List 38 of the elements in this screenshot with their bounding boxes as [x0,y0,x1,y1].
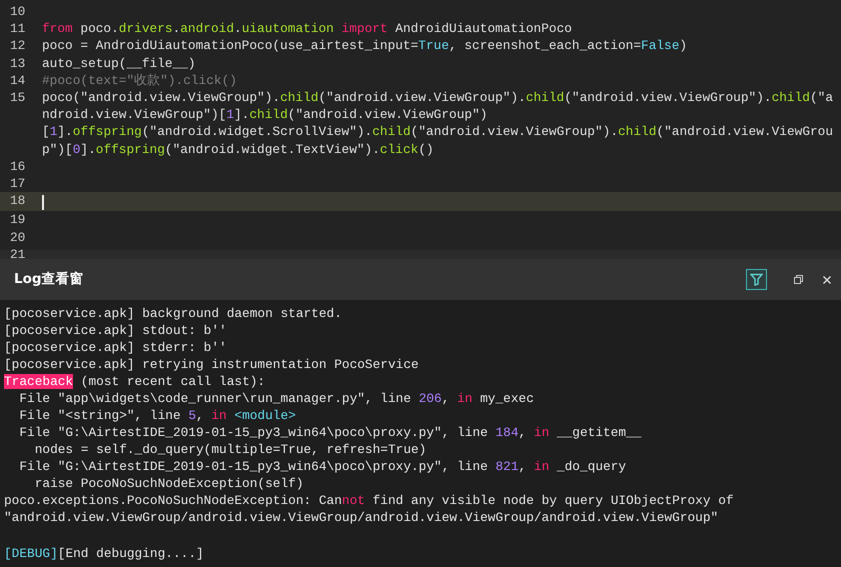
line-number: 10 [9,3,26,20]
log-line: Traceback (most recent call last): [4,373,266,390]
panel-title: Log查看窗 [14,270,84,290]
code-line: auto_setup(__file__) [42,54,197,72]
log-line: [pocoservice.apk] retrying instrumentation PocoService [4,356,420,373]
log-line: nodes = self._do_query(multiple=True, refresh=True) [34,441,428,458]
code-line: p")[0].offspring("android.widget.TextView").click() [42,140,435,158]
code-line: [1].offspring("android.widget.ScrollView").child("android.view.ViewGroup").child("android.view.ViewGrou [42,123,834,141]
filter-button[interactable] [746,269,767,290]
line-number: 13 [9,54,26,72]
log-line: [pocoservice.apk] stderr: b'' [4,339,228,356]
log-line: [pocoservice.apk] stdout: b'' [4,322,228,339]
line-number: 11 [9,20,26,38]
log-line: File "app\widgets\code_runner\run_manager.py", line 206, in my_exec [18,390,535,407]
line-number: 12 [9,37,26,55]
line-number: 16 [9,158,26,176]
log-line: File "G:\AirtestIDE_2019-01-15_py3_win64\poco\proxy.py", line 184, in __getitem__ [18,424,642,441]
line-number: 19 [9,211,26,229]
log-line: [DEBUG][End debugging....] [4,545,205,562]
line-number: 15 [9,89,26,108]
line-number: 20 [9,228,26,246]
line-number: 21 [9,246,26,264]
code-line: poco("android.view.ViewGroup").child("android.view.ViewGroup").child("android.view.ViewGroup").child("a [42,89,834,106]
text-cursor [42,194,44,210]
code-line: ndroid.view.ViewGroup")[1].child("android.view.ViewGroup") [42,106,488,124]
restore-button[interactable] [791,272,805,286]
log-line: poco.exceptions.PocoNoSuchNodeException: Cannot find any visible node by query UIObjectProxy of [4,492,735,509]
log-line: [pocoservice.apk] background daemon started. [4,305,343,322]
code-line: poco = AndroidUiautomationPoco(use_airtest_input=True, screenshot_each_action=False) [42,37,688,55]
log-line: raise PocoNoSuchNodeException(self) [34,475,304,492]
code-line: from poco.drivers.android.uiautomation import AndroidUiautomationPoco [42,20,573,38]
code-line: #poco(text="收款").click() [42,72,238,90]
line-number: 18 [9,192,26,210]
line-number: 17 [9,175,26,192]
log-line: "android.view.ViewGroup/android.view.ViewGroup/android.view.ViewGroup/android.view.ViewGroup" [4,509,720,526]
log-line: File "<string>", line 5, in <module> [18,407,297,424]
log-line: File "G:\AirtestIDE_2019-01-15_py3_win64\poco\proxy.py", line 821, in _do_query [18,458,628,475]
line-number: 14 [9,72,26,90]
